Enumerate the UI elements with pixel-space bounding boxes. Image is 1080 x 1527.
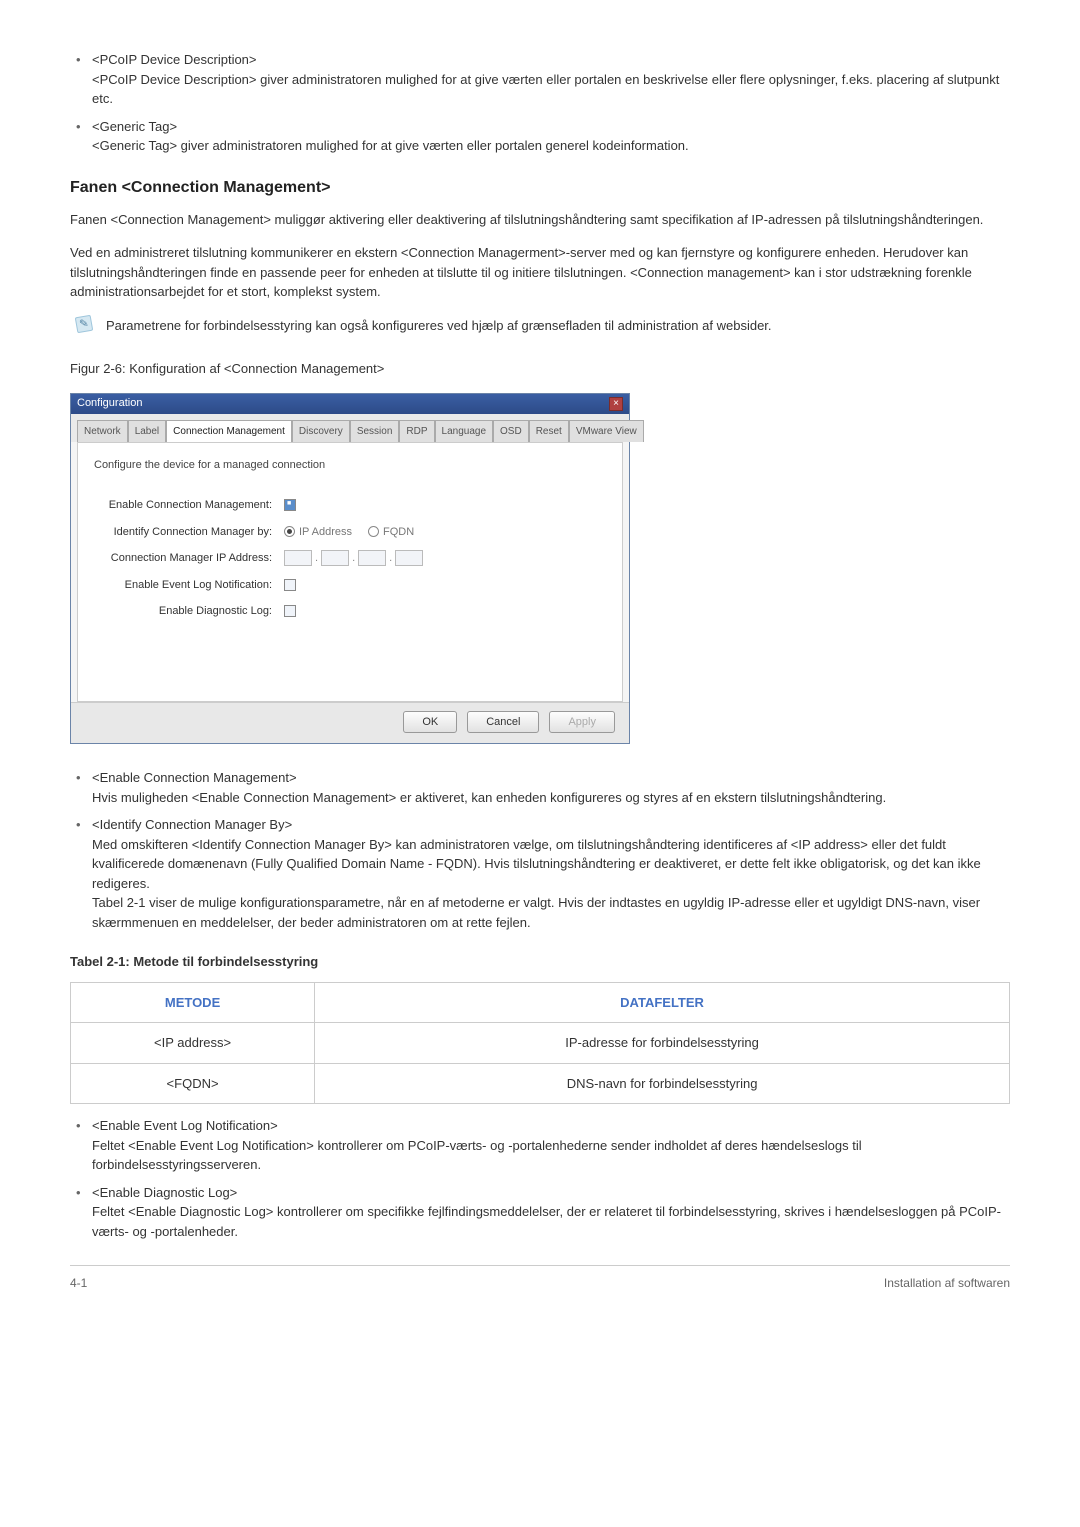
ip-address-input[interactable]: . . . <box>284 550 423 567</box>
close-icon[interactable]: × <box>609 397 623 411</box>
list-item: <Identify Connection Manager By> Med oms… <box>70 815 1010 932</box>
paragraph: Fanen <Connection Management> muliggør a… <box>70 210 1010 230</box>
cancel-button[interactable]: Cancel <box>467 711 539 734</box>
item-desc: Feltet <Enable Event Log Notification> k… <box>92 1136 1010 1175</box>
table-row: <IP address> IP-adresse for forbindelses… <box>71 1023 1010 1064</box>
note-callout: ✎ Parametrene for forbindelsesstyring ka… <box>70 316 1010 336</box>
ip-octet-input[interactable] <box>321 550 349 566</box>
radio-label: IP Address <box>299 524 352 541</box>
radio-label: FQDN <box>383 524 414 541</box>
row-diagnostic-log: Enable Diagnostic Log: <box>94 603 606 620</box>
table-cell: DNS-navn for forbindelsesstyring <box>315 1063 1010 1104</box>
tab-session[interactable]: Session <box>350 420 400 442</box>
bottom-bullet-list: <Enable Event Log Notification> Feltet <… <box>70 1116 1010 1241</box>
ip-octet-input[interactable] <box>395 550 423 566</box>
tab-vmware-view[interactable]: VMware View <box>569 420 644 442</box>
table-cell: IP-adresse for forbindelsesstyring <box>315 1023 1010 1064</box>
table-header: DATAFELTER <box>315 982 1010 1023</box>
table-cell: <IP address> <box>71 1023 315 1064</box>
field-label: Enable Connection Management: <box>94 497 284 514</box>
mid-bullet-list: <Enable Connection Management> Hvis muli… <box>70 768 1010 932</box>
row-identify: Identify Connection Manager by: IP Addre… <box>94 524 606 541</box>
table-title: Tabel 2-1: Metode til forbindelsesstyrin… <box>70 952 1010 972</box>
window-title: Configuration <box>77 395 142 412</box>
config-window: Configuration × Network Label Connection… <box>70 393 630 745</box>
tab-rdp[interactable]: RDP <box>399 420 434 442</box>
ok-button[interactable]: OK <box>403 711 457 734</box>
table-row: <FQDN> DNS-navn for forbindelsesstyring <box>71 1063 1010 1104</box>
checkbox-diagnostic-log[interactable] <box>284 605 296 617</box>
page-footer: 4-1 Installation af softwaren <box>70 1265 1010 1292</box>
tab-connection-management[interactable]: Connection Management <box>166 420 292 442</box>
tab-label[interactable]: Label <box>128 420 166 442</box>
item-desc: <PCoIP Device Description> giver adminis… <box>92 70 1010 109</box>
footer-title: Installation af softwaren <box>884 1274 1010 1292</box>
item-desc: Feltet <Enable Diagnostic Log> kontrolle… <box>92 1202 1010 1241</box>
item-desc: Tabel 2-1 viser de mulige konfigurations… <box>92 893 1010 932</box>
tab-osd[interactable]: OSD <box>493 420 529 442</box>
radio-fqdn[interactable] <box>368 526 379 537</box>
config-panel: Configure the device for a managed conne… <box>77 442 623 702</box>
checkbox-enable-cm[interactable] <box>284 499 296 511</box>
tab-language[interactable]: Language <box>435 420 494 442</box>
radio-ip-address[interactable] <box>284 526 295 537</box>
field-label: Identify Connection Manager by: <box>94 524 284 541</box>
tab-strip: Network Label Connection Management Disc… <box>71 414 629 442</box>
panel-description: Configure the device for a managed conne… <box>94 457 606 474</box>
item-desc: <Generic Tag> giver administratoren muli… <box>92 136 1010 156</box>
item-desc: Hvis muligheden <Enable Connection Manag… <box>92 788 1010 808</box>
checkbox-event-log[interactable] <box>284 579 296 591</box>
tab-discovery[interactable]: Discovery <box>292 420 350 442</box>
field-label: Enable Diagnostic Log: <box>94 603 284 620</box>
note-text: Parametrene for forbindelsesstyring kan … <box>106 316 1010 336</box>
list-item: <Enable Connection Management> Hvis muli… <box>70 768 1010 807</box>
section-heading: Fanen <Connection Management> <box>70 176 1010 200</box>
pencil-icon: ✎ <box>75 314 94 333</box>
apply-button[interactable]: Apply <box>549 711 615 734</box>
item-title: <Enable Event Log Notification> <box>92 1116 1010 1136</box>
list-item: <PCoIP Device Description> <PCoIP Device… <box>70 50 1010 109</box>
paragraph: Ved en administreret tilslutning kommuni… <box>70 243 1010 302</box>
ip-octet-input[interactable] <box>358 550 386 566</box>
window-titlebar: Configuration × <box>71 394 629 414</box>
top-bullet-list: <PCoIP Device Description> <PCoIP Device… <box>70 50 1010 156</box>
table-cell: <FQDN> <box>71 1063 315 1104</box>
row-cm-ip: Connection Manager IP Address: . . . <box>94 550 606 567</box>
ip-octet-input[interactable] <box>284 550 312 566</box>
list-item: <Generic Tag> <Generic Tag> giver admini… <box>70 117 1010 156</box>
item-desc: Med omskifteren <Identify Connection Man… <box>92 835 1010 894</box>
item-title: <Enable Connection Management> <box>92 768 1010 788</box>
page-number: 4-1 <box>70 1274 87 1292</box>
list-item: <Enable Event Log Notification> Feltet <… <box>70 1116 1010 1175</box>
row-event-log: Enable Event Log Notification: <box>94 577 606 594</box>
method-table: METODE DATAFELTER <IP address> IP-adress… <box>70 982 1010 1105</box>
item-title: <Identify Connection Manager By> <box>92 815 1010 835</box>
dialog-footer: OK Cancel Apply <box>71 702 629 744</box>
field-label: Enable Event Log Notification: <box>94 577 284 594</box>
item-title: <Enable Diagnostic Log> <box>92 1183 1010 1203</box>
tab-network[interactable]: Network <box>77 420 128 442</box>
row-enable-cm: Enable Connection Management: <box>94 497 606 514</box>
item-title: <Generic Tag> <box>92 117 1010 137</box>
list-item: <Enable Diagnostic Log> Feltet <Enable D… <box>70 1183 1010 1242</box>
figure-caption: Figur 2-6: Konfiguration af <Connection … <box>70 359 1010 379</box>
tab-reset[interactable]: Reset <box>529 420 569 442</box>
table-header: METODE <box>71 982 315 1023</box>
field-label: Connection Manager IP Address: <box>94 550 284 567</box>
item-title: <PCoIP Device Description> <box>92 50 1010 70</box>
